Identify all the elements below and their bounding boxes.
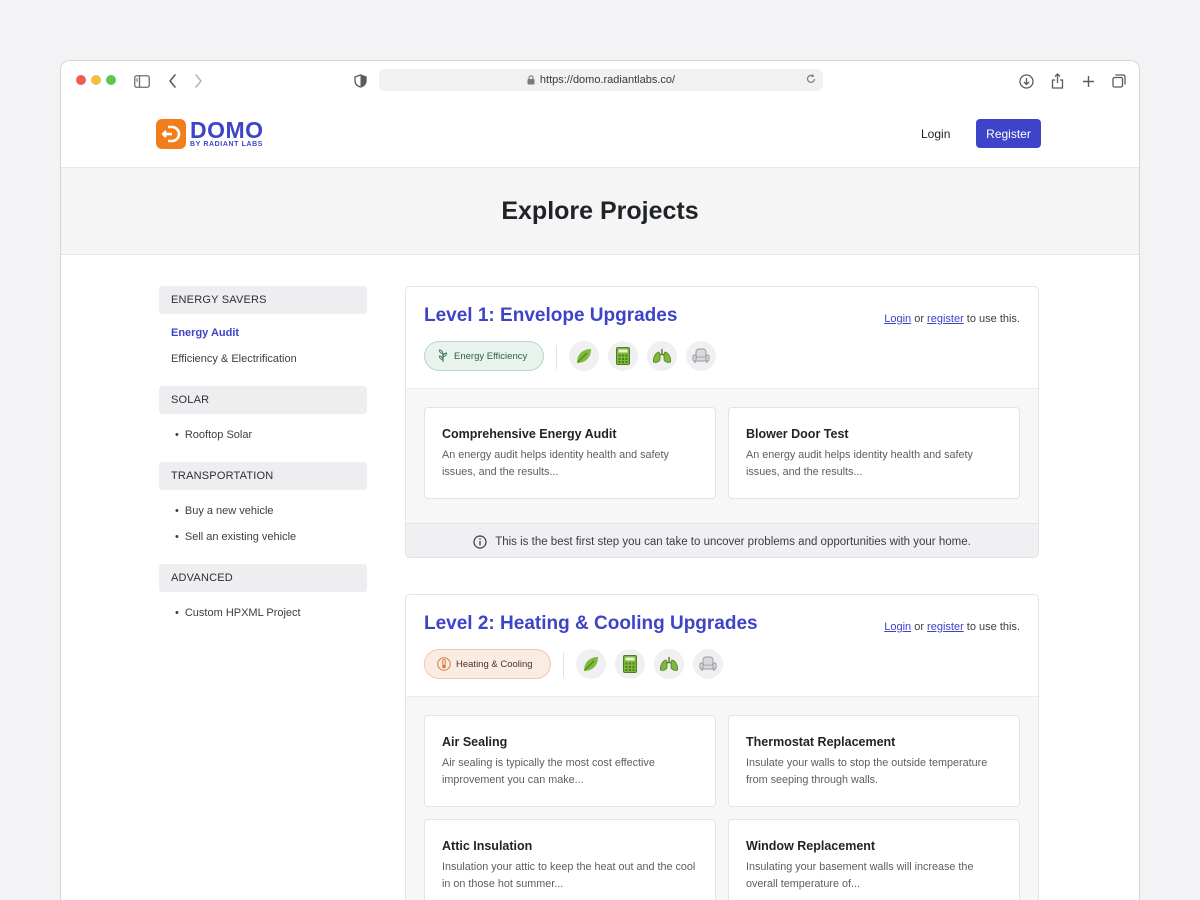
project-description: Insulate your walls to stop the outside … (746, 757, 988, 786)
page-hero: Explore Projects (61, 168, 1139, 255)
browser-toolbar: https://domo.radiantlabs.co/ (61, 61, 1139, 101)
category-tag-label: Heating & Cooling (456, 658, 533, 670)
level-card: Level 1: Envelope Upgrades Login or regi… (405, 286, 1039, 558)
armchair-icon (693, 649, 723, 679)
calculator-icon (615, 649, 645, 679)
project-title: Thermostat Replacement (746, 735, 896, 749)
lock-icon (527, 75, 535, 85)
sidebar-item-buy-vehicle[interactable]: Buy a new vehicle (159, 498, 367, 524)
project-description: Air sealing is typically the most cost e… (442, 757, 655, 786)
domo-logo[interactable]: DOMO BY RADIANT LABS (156, 116, 264, 149)
reload-icon[interactable] (805, 73, 817, 85)
page-title: Explore Projects (501, 196, 699, 225)
level-card: Level 2: Heating & Cooling Upgrades Logi… (405, 594, 1039, 900)
back-arrow-icon[interactable] (163, 71, 183, 91)
sidebar-item-custom-hpxml[interactable]: Custom HPXML Project (159, 600, 367, 626)
sidebar-group-energy-savers: ENERGY SAVERS (159, 286, 367, 314)
leaf-icon (569, 341, 599, 371)
project-title: Comprehensive Energy Audit (442, 427, 617, 441)
sidebar-item-rooftop-solar[interactable]: Rooftop Solar (159, 422, 367, 448)
project-title: Blower Door Test (746, 427, 849, 441)
category-tag-label: Energy Efficiency (454, 350, 528, 362)
close-window-button[interactable] (76, 75, 86, 85)
sidebar-group-advanced: ADVANCED (159, 564, 367, 592)
download-icon[interactable] (1016, 71, 1036, 91)
domo-logo-mark-icon (156, 119, 186, 149)
tag-divider (556, 345, 557, 369)
level-tip-text: This is the best first step you can take… (495, 535, 971, 548)
calculator-icon (608, 341, 638, 371)
project-description: An energy audit helps identity health an… (746, 449, 973, 478)
sidebar-item-energy-audit[interactable]: Energy Audit (159, 320, 367, 346)
project-card[interactable]: Air Sealing Air sealing is typically the… (424, 715, 716, 807)
project-category-sidebar: ENERGY SAVERS Energy Audit Efficiency & … (159, 286, 367, 626)
level-title: Level 1: Envelope Upgrades (424, 305, 678, 326)
header-register-button[interactable]: Register (976, 119, 1041, 148)
logo-tagline: BY RADIANT LABS (190, 140, 264, 148)
share-icon[interactable] (1047, 71, 1067, 91)
header-login-link[interactable]: Login (921, 127, 950, 141)
project-card[interactable]: Blower Door Test An energy audit helps i… (728, 407, 1020, 499)
plant-icon (437, 349, 449, 363)
armchair-icon (686, 341, 716, 371)
leaf-icon (576, 649, 606, 679)
project-card[interactable]: Window Replacement Insulating your basem… (728, 819, 1020, 900)
sidebar-item-efficiency-electrification[interactable]: Efficiency & Electrification (159, 346, 367, 372)
tag-divider (563, 653, 564, 677)
sidebar-item-sell-vehicle[interactable]: Sell an existing vehicle (159, 524, 367, 550)
lungs-icon (654, 649, 684, 679)
project-description: Insulating your basement walls will incr… (746, 861, 974, 890)
level-register-link[interactable]: register (927, 313, 964, 325)
project-title: Air Sealing (442, 735, 508, 749)
sidebar-group-solar: SOLAR (159, 386, 367, 414)
project-title: Attic Insulation (442, 839, 533, 853)
new-tab-icon[interactable] (1078, 71, 1098, 91)
minimize-window-button[interactable] (91, 75, 101, 85)
url-text: https://domo.radiantlabs.co/ (539, 74, 676, 86)
address-bar[interactable]: https://domo.radiantlabs.co/ (379, 69, 823, 91)
project-description: An energy audit helps identity health an… (442, 449, 669, 478)
site-header: DOMO BY RADIANT LABS Login Register (61, 101, 1139, 168)
sidebar-group-transportation: TRANSPORTATION (159, 462, 367, 490)
logo-wordmark: DOMO (190, 116, 264, 143)
level-title: Level 2: Heating & Cooling Upgrades (424, 613, 758, 634)
level-auth-prompt: Login or register to use this. (884, 621, 1020, 633)
maximize-window-button[interactable] (106, 75, 116, 85)
level-login-link[interactable]: Login (884, 313, 911, 325)
lungs-icon (647, 341, 677, 371)
level-tip-banner: This is the best first step you can take… (406, 523, 1038, 557)
project-title: Window Replacement (746, 839, 876, 853)
project-description: Insulation your attic to keep the heat o… (442, 861, 696, 890)
tab-overview-icon[interactable] (1109, 71, 1129, 91)
privacy-shield-icon[interactable] (350, 71, 370, 91)
category-tag: Energy Efficiency (424, 341, 544, 371)
forward-arrow-icon[interactable] (188, 71, 208, 91)
project-card[interactable]: Thermostat Replacement Insulate your wal… (728, 715, 1020, 807)
info-icon (473, 534, 487, 549)
project-card[interactable]: Attic Insulation Insulation your attic t… (424, 819, 716, 900)
browser-window: https://domo.radiantlabs.co/ DOMO BY RAD… (60, 60, 1140, 900)
thermometer-icon (437, 657, 451, 671)
level-auth-prompt: Login or register to use this. (884, 313, 1020, 325)
category-tag: Heating & Cooling (424, 649, 551, 679)
level-register-link[interactable]: register (927, 621, 964, 633)
project-card[interactable]: Comprehensive Energy Audit An energy aud… (424, 407, 716, 499)
level-login-link[interactable]: Login (884, 621, 911, 633)
sidebar-toggle-icon[interactable] (132, 71, 152, 91)
